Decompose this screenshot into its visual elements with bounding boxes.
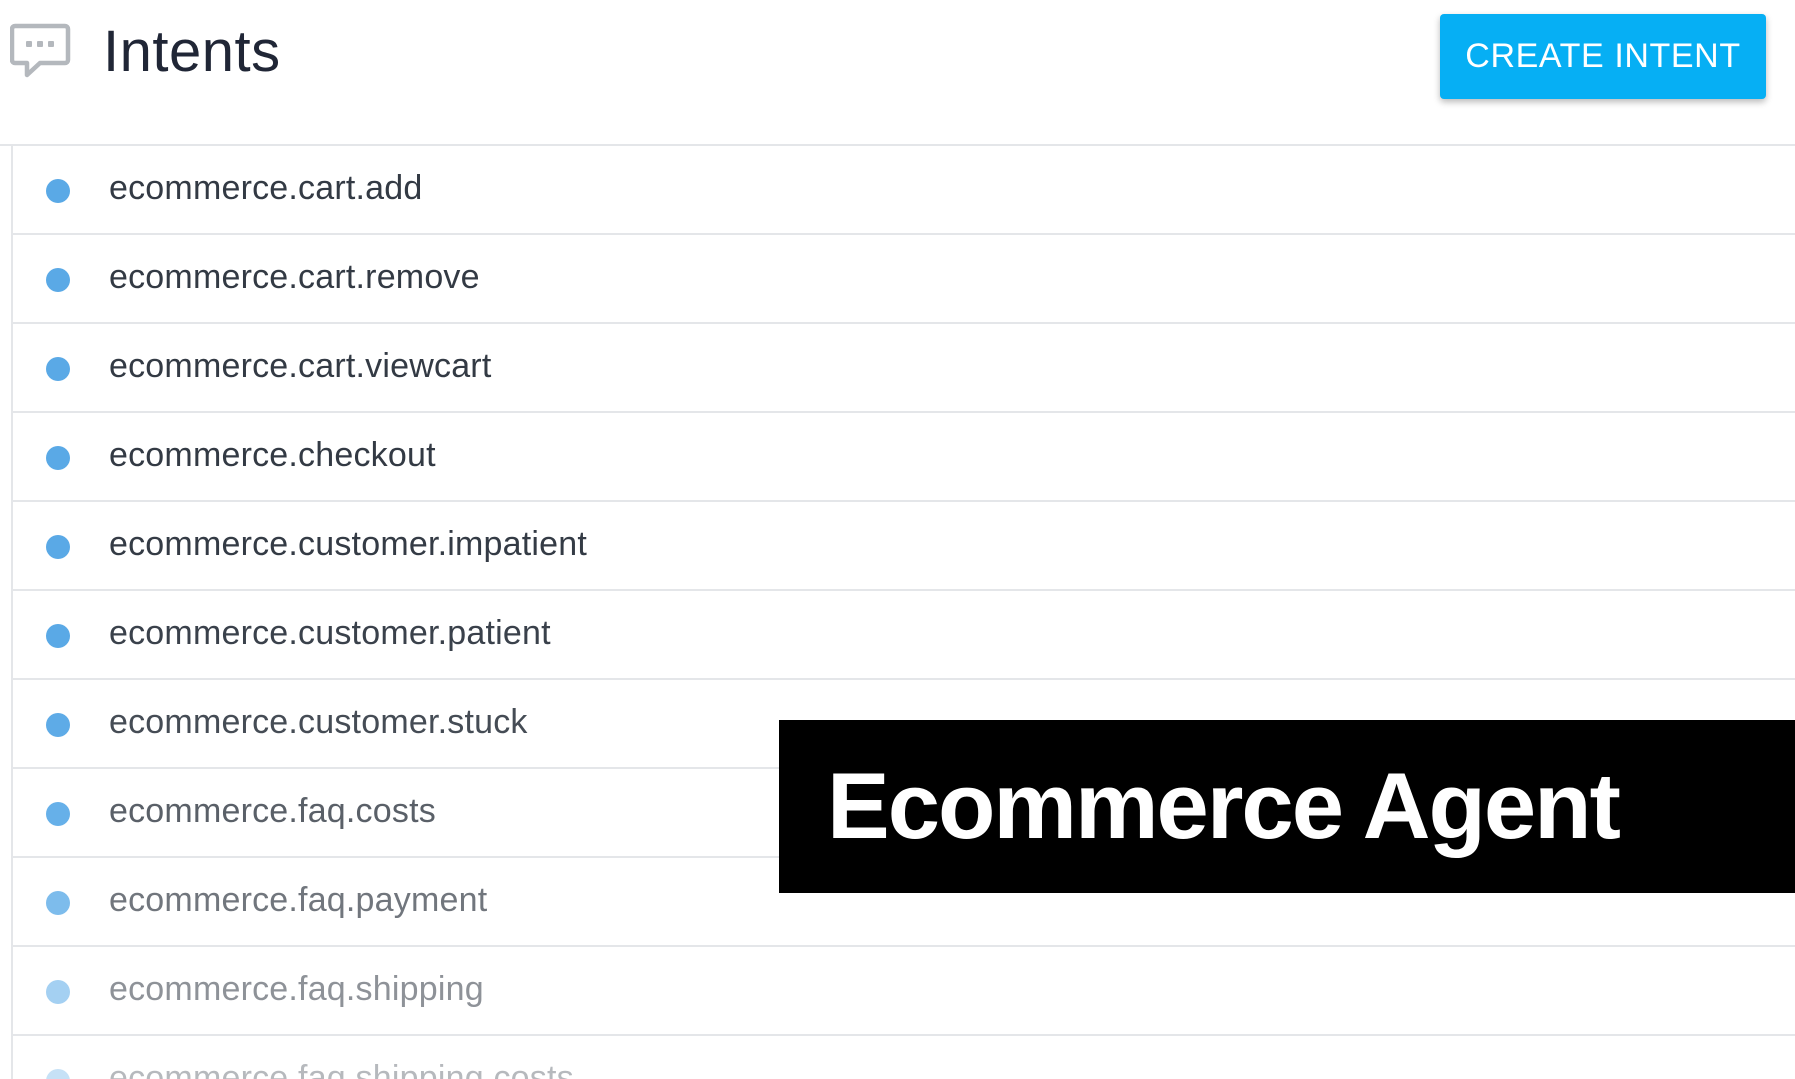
intent-status-dot [46,268,70,292]
intent-name[interactable]: ecommerce.faq.shipping.costs [109,1054,574,1079]
intent-name[interactable]: ecommerce.customer.patient [109,609,551,657]
intent-row[interactable]: ecommerce.customer.impatient [13,502,1795,591]
create-intent-button[interactable]: CREATE INTENT [1440,14,1766,99]
intent-name[interactable]: ecommerce.faq.costs [109,787,436,835]
intent-status-dot [46,624,70,648]
intent-name[interactable]: ecommerce.customer.stuck [109,698,528,746]
caption-overlay: Ecommerce Agent [779,720,1795,893]
intent-row[interactable]: ecommerce.checkout [13,413,1795,502]
chat-bubble-icon [10,23,71,78]
intent-name[interactable]: ecommerce.faq.shipping [109,965,484,1013]
page-title: Intents [103,19,281,84]
intent-status-dot [46,535,70,559]
intent-name[interactable]: ecommerce.checkout [109,431,436,479]
intent-status-dot [46,446,70,470]
intent-status-dot [46,802,70,826]
intent-status-dot [46,1069,70,1079]
intent-status-dot [46,713,70,737]
intent-row[interactable]: ecommerce.customer.patient [13,591,1795,680]
intent-row[interactable]: ecommerce.cart.viewcart [13,324,1795,413]
caption-text: Ecommerce Agent [827,753,1621,858]
intent-name[interactable]: ecommerce.cart.viewcart [109,342,491,390]
intents-page: Intents CREATE INTENT ecommerce.cart.add… [0,0,1795,1079]
intent-name[interactable]: ecommerce.faq.payment [109,876,487,924]
header: Intents CREATE INTENT [0,0,1795,146]
intent-row[interactable]: ecommerce.faq.shipping.costs [13,1036,1795,1079]
intent-row[interactable]: ecommerce.cart.remove [13,235,1795,324]
intent-row[interactable]: ecommerce.cart.add [13,146,1795,235]
intent-name[interactable]: ecommerce.customer.impatient [109,520,587,568]
intent-status-dot [46,357,70,381]
intent-name[interactable]: ecommerce.cart.remove [109,253,480,301]
intent-name[interactable]: ecommerce.cart.add [109,164,423,212]
intent-row[interactable]: ecommerce.faq.shipping [13,947,1795,1036]
intent-status-dot [46,179,70,203]
intent-status-dot [46,980,70,1004]
intent-list: ecommerce.cart.add ecommerce.cart.remove e… [11,146,1795,1079]
intent-status-dot [46,891,70,915]
